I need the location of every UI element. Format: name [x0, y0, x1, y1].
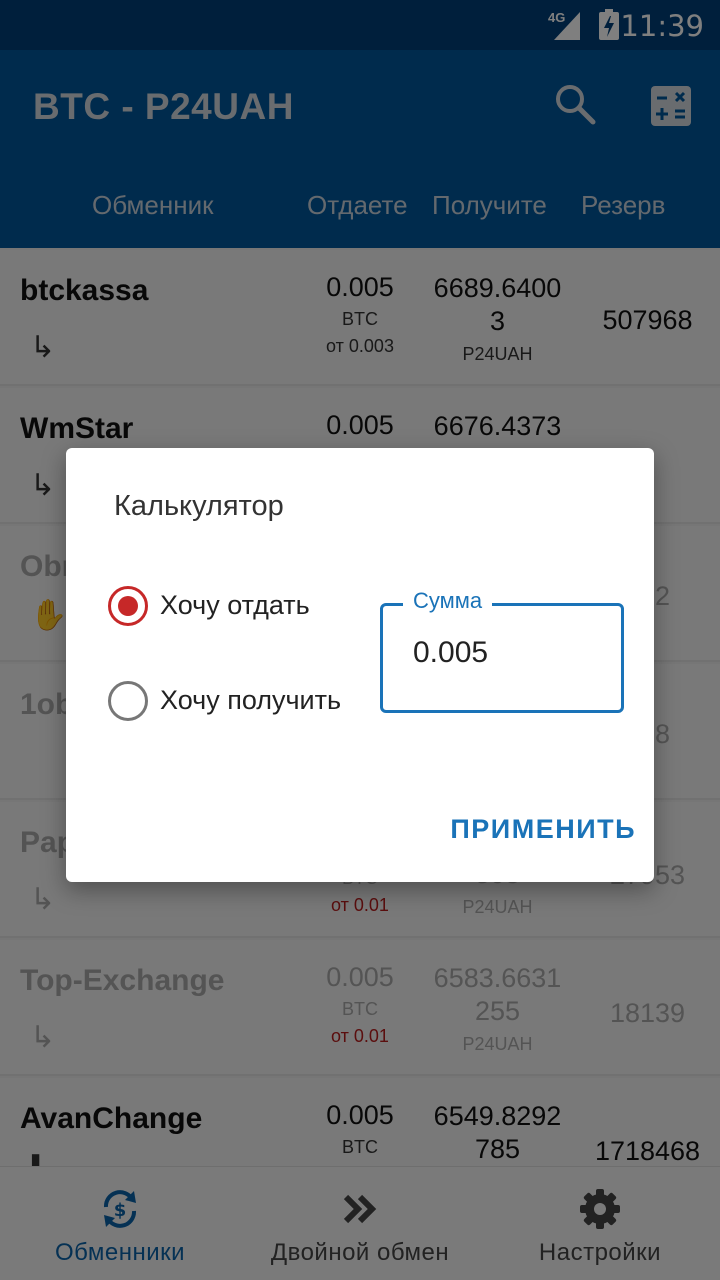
- radio-button-selected[interactable]: [108, 586, 148, 626]
- apply-button[interactable]: ПРИМЕНИТЬ: [406, 814, 636, 858]
- radio-receive-label: Хочу получить: [160, 685, 342, 715]
- radio-button[interactable]: [108, 681, 148, 721]
- radio-give[interactable]: Хочу отдать: [108, 586, 348, 630]
- radio-give-label: Хочу отдать: [160, 590, 310, 620]
- amount-input[interactable]: [413, 636, 613, 670]
- dialog-title: Калькулятор: [114, 490, 284, 522]
- amount-field[interactable]: Сумма: [380, 588, 624, 713]
- calculator-dialog: Калькулятор Хочу отдать Хочу получить Су…: [66, 448, 654, 882]
- radio-receive[interactable]: Хочу получить: [108, 681, 368, 725]
- amount-field-label: Сумма: [403, 588, 493, 614]
